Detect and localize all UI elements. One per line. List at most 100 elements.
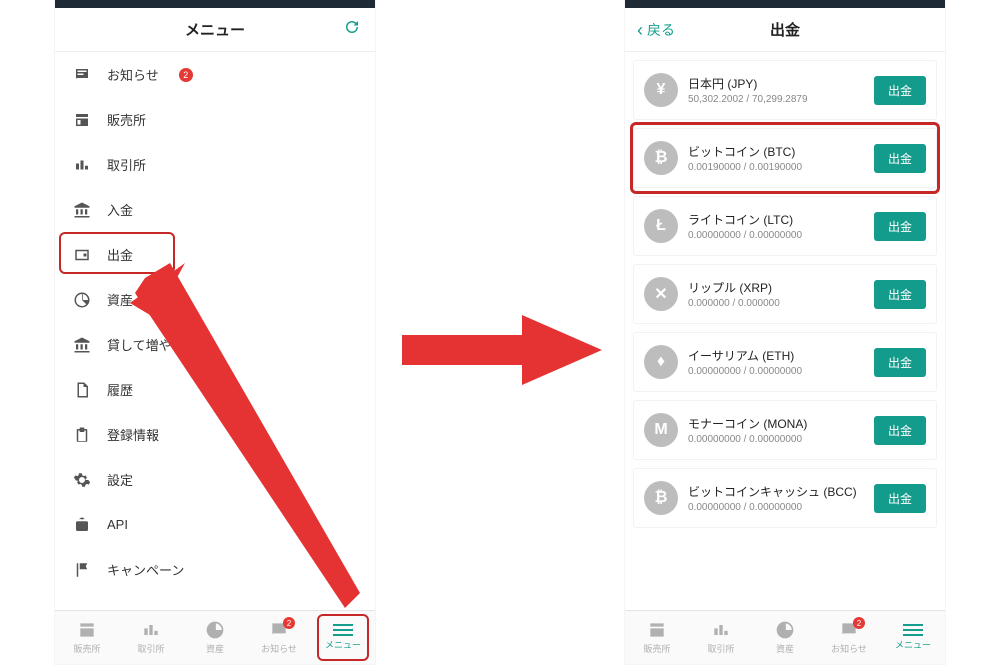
withdraw-button[interactable]: 出金: [874, 76, 926, 105]
tab-notice[interactable]: 2 お知らせ: [817, 611, 881, 664]
menu-item-assets[interactable]: 資産: [73, 277, 357, 322]
back-button[interactable]: ‹ 戻る: [637, 20, 675, 40]
menu-item-api[interactable]: API: [73, 502, 357, 547]
tab-label: 資産: [206, 642, 224, 655]
tab-sales[interactable]: 販売所: [625, 611, 689, 664]
withdraw-button[interactable]: 出金: [874, 144, 926, 173]
asset-name: ビットコイン (BTC): [688, 143, 864, 160]
menu-item-sales[interactable]: 販売所: [73, 97, 357, 142]
notice-badge: 2: [179, 68, 193, 82]
asset-name: ビットコインキャッシュ (BCC): [688, 483, 864, 500]
withdraw-button[interactable]: 出金: [874, 212, 926, 241]
menu-item-label: 出金: [107, 245, 133, 264]
withdraw-button[interactable]: 出金: [874, 348, 926, 377]
menu-item-history[interactable]: 履歴: [73, 367, 357, 412]
menu-item-exchange[interactable]: 取引所: [73, 142, 357, 187]
withdraw-button[interactable]: 出金: [874, 280, 926, 309]
asset-list: ¥ 日本円 (JPY) 50,302.2002 / 70,299.2879 出金…: [625, 52, 945, 536]
asset-name: リップル (XRP): [688, 279, 864, 296]
menu-item-label: 販売所: [107, 110, 146, 129]
tab-assets[interactable]: 資産: [753, 611, 817, 664]
withdraw-button[interactable]: 出金: [874, 484, 926, 513]
tab-label: 販売所: [73, 642, 100, 655]
asset-info: ビットコイン (BTC) 0.00190000 / 0.00190000: [688, 143, 864, 173]
asset-row-xrp[interactable]: ✕ リップル (XRP) 0.000000 / 0.000000 出金: [633, 264, 937, 324]
phone-menu-screen: メニュー お知らせ 2 販売所: [55, 0, 375, 664]
tab-label: お知らせ: [831, 642, 867, 655]
asset-info: モナーコイン (MONA) 0.00000000 / 0.00000000: [688, 415, 864, 445]
statusbar: [625, 0, 945, 8]
bars-icon: [73, 156, 91, 174]
asset-row-bcc[interactable]: ₿ ビットコインキャッシュ (BCC) 0.00000000 / 0.00000…: [633, 468, 937, 528]
tabbar: 販売所 取引所 資産 2 お知らせ メニュー: [55, 610, 375, 664]
chat-icon: [73, 66, 91, 84]
menu-item-settings[interactable]: 設定: [73, 457, 357, 502]
eth-icon: ♦: [644, 345, 678, 379]
header: ‹ 戻る 出金: [625, 8, 945, 52]
tab-menu[interactable]: メニュー: [311, 611, 375, 664]
tab-label: 販売所: [643, 642, 670, 655]
menu-item-lending[interactable]: 貸して増やす: [73, 322, 357, 367]
bank-icon: [73, 201, 91, 219]
clipboard-icon: [73, 426, 91, 444]
menu-item-withdraw[interactable]: 出金: [73, 232, 357, 277]
asset-balance: 0.00000000 / 0.00000000: [688, 366, 864, 377]
tab-badge: 2: [283, 617, 295, 629]
bank-icon: [73, 336, 91, 354]
asset-name: 日本円 (JPY): [688, 75, 864, 92]
menu-list: お知らせ 2 販売所 取引所: [55, 52, 375, 592]
asset-info: リップル (XRP) 0.000000 / 0.000000: [688, 279, 864, 309]
tab-sales[interactable]: 販売所: [55, 611, 119, 664]
back-label: 戻る: [647, 20, 675, 40]
tab-menu[interactable]: メニュー: [881, 611, 945, 664]
tab-exchange[interactable]: 取引所: [689, 611, 753, 664]
withdraw-content: ¥ 日本円 (JPY) 50,302.2002 / 70,299.2879 出金…: [625, 52, 945, 612]
asset-row-eth[interactable]: ♦ イーサリアム (ETH) 0.00000000 / 0.00000000 出…: [633, 332, 937, 392]
menu-item-label: API: [107, 517, 128, 532]
asset-row-jpy[interactable]: ¥ 日本円 (JPY) 50,302.2002 / 70,299.2879 出金: [633, 60, 937, 120]
menu-content: お知らせ 2 販売所 取引所: [55, 52, 375, 612]
asset-row-ltc[interactable]: Ł ライトコイン (LTC) 0.00000000 / 0.00000000 出…: [633, 196, 937, 256]
tab-label: メニュー: [325, 638, 361, 651]
tab-notice[interactable]: 2 お知らせ: [247, 611, 311, 664]
asset-balance: 0.00000000 / 0.00000000: [688, 502, 864, 513]
asset-balance: 0.00000000 / 0.00000000: [688, 230, 864, 241]
pie-icon: [73, 291, 91, 309]
tab-badge: 2: [853, 617, 865, 629]
tab-assets[interactable]: 資産: [183, 611, 247, 664]
asset-balance: 50,302.2002 / 70,299.2879: [688, 94, 864, 105]
asset-name: モナーコイン (MONA): [688, 415, 864, 432]
menu-item-label: 設定: [107, 470, 133, 489]
menu-item-label: キャンペーン: [107, 560, 184, 579]
refresh-icon[interactable]: [343, 18, 361, 41]
tab-exchange[interactable]: 取引所: [119, 611, 183, 664]
menu-item-notice[interactable]: お知らせ 2: [73, 52, 357, 97]
asset-info: ライトコイン (LTC) 0.00000000 / 0.00000000: [688, 211, 864, 241]
api-icon: [73, 516, 91, 534]
tab-label: 資産: [776, 642, 794, 655]
flag-icon: [73, 561, 91, 579]
asset-row-mona[interactable]: M モナーコイン (MONA) 0.00000000 / 0.00000000 …: [633, 400, 937, 460]
menu-item-label: 入金: [107, 200, 133, 219]
withdraw-button[interactable]: 出金: [874, 416, 926, 445]
gear-icon: [73, 471, 91, 489]
menu-item-deposit[interactable]: 入金: [73, 187, 357, 232]
asset-balance: 0.000000 / 0.000000: [688, 298, 864, 309]
arrow-right-icon: [402, 310, 602, 390]
chevron-left-icon: ‹: [637, 21, 643, 39]
asset-name: ライトコイン (LTC): [688, 211, 864, 228]
wallet-icon: [73, 246, 91, 264]
menu-item-campaign[interactable]: キャンペーン: [73, 547, 357, 592]
menu-icon: [903, 624, 923, 636]
asset-balance: 0.00190000 / 0.00190000: [688, 162, 864, 173]
asset-row-btc[interactable]: ₿ ビットコイン (BTC) 0.00190000 / 0.00190000 出…: [633, 128, 937, 188]
asset-info: イーサリアム (ETH) 0.00000000 / 0.00000000: [688, 347, 864, 377]
xrp-icon: ✕: [644, 277, 678, 311]
menu-item-label: お知らせ: [107, 65, 159, 84]
page-title: 出金: [770, 19, 800, 40]
menu-item-label: 貸して増やす: [107, 335, 185, 354]
tab-label: お知らせ: [261, 642, 297, 655]
asset-info: 日本円 (JPY) 50,302.2002 / 70,299.2879: [688, 75, 864, 105]
menu-item-label: 資産: [107, 290, 133, 309]
menu-item-register[interactable]: 登録情報: [73, 412, 357, 457]
